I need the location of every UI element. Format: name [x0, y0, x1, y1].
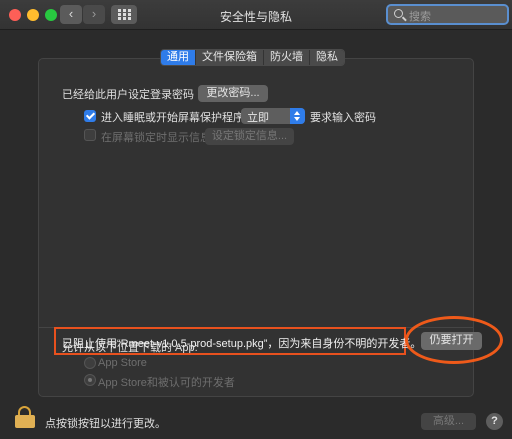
- tab-general[interactable]: 通用: [161, 50, 196, 65]
- title-bar: ‹ › 安全性与隐私 搜索: [0, 0, 512, 30]
- blocked-app-message: 已阻止使用“Rmeet-v1.0.5-prod-setup.pkg”，因为来自身…: [62, 338, 422, 350]
- lock-message-checkbox[interactable]: [84, 129, 96, 141]
- search-icon: [394, 9, 403, 18]
- password-set-label: 已经给此用户设定登录密码: [62, 89, 194, 101]
- require-password-label: 要求输入密码: [310, 112, 376, 124]
- select-value: 立即: [247, 112, 269, 124]
- change-password-button[interactable]: 更改密码...: [198, 85, 268, 102]
- tab-privacy[interactable]: 隐私: [310, 50, 344, 65]
- tab-filevault[interactable]: 文件保险箱: [196, 50, 264, 65]
- sleep-password-checkbox[interactable]: [84, 110, 96, 122]
- open-anyway-highlight: [405, 316, 503, 364]
- search-input[interactable]: 搜索: [386, 4, 509, 25]
- sleep-checkbox-label: 进入睡眠或开始屏幕保护程序: [101, 112, 244, 124]
- tab-bar: 通用 文件保险箱 防火墙 隐私: [160, 49, 345, 66]
- stepper-arrows-icon: [290, 108, 305, 124]
- blocked-app-highlight: 已阻止使用“Rmeet-v1.0.5-prod-setup.pkg”，因为来自身…: [54, 327, 421, 355]
- radio-identified-developers-label: App Store和被认可的开发者: [98, 377, 235, 389]
- radio-identified-developers[interactable]: [84, 374, 96, 386]
- advanced-button[interactable]: 高级...: [421, 413, 476, 430]
- require-password-delay-select[interactable]: 立即: [241, 108, 305, 124]
- search-placeholder: 搜索: [409, 11, 431, 23]
- radio-app-store-label: App Store: [98, 357, 147, 369]
- lock-message-label: 在屏幕锁定时显示信息: [101, 132, 211, 144]
- tab-firewall[interactable]: 防火墙: [264, 50, 310, 65]
- help-button[interactable]: ?: [486, 413, 503, 430]
- lock-instruction-text: 点按锁按钮以进行更改。: [45, 418, 166, 430]
- radio-app-store[interactable]: [84, 357, 96, 369]
- set-lock-message-button[interactable]: 设定锁定信息...: [205, 128, 294, 145]
- lock-icon[interactable]: [15, 406, 35, 428]
